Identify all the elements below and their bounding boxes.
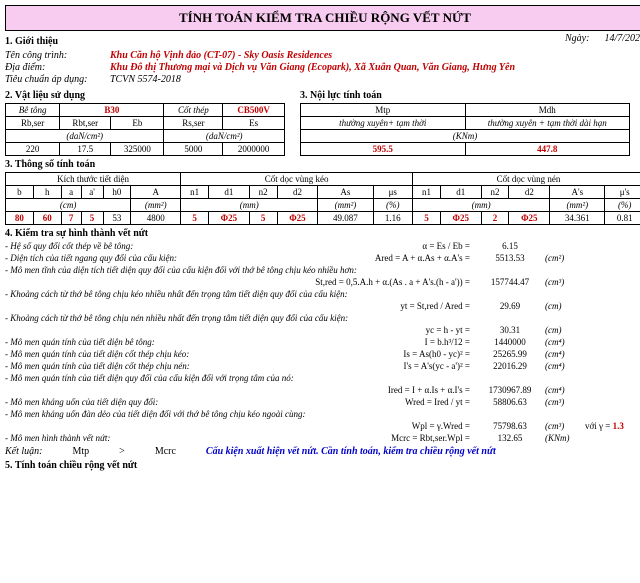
calc-label: - Mô men kháng uốn của tiết diện quy đổi… <box>5 397 310 407</box>
section-params-title: 3. Thông số tính toán <box>5 159 640 170</box>
calc-label: - Hệ số quy đổi cốt thép về bê tông: <box>5 241 310 251</box>
standard-value: TCVN 5574-2018 <box>110 74 181 85</box>
calc-label: - Mô men quán tính của tiết diện cốt thé… <box>5 361 310 371</box>
page-title: TÍNH TOÁN KIỂM TRA CHIỀU RỘNG VẾT NỨT <box>5 5 640 31</box>
calc-label: - Mô men tĩnh của diện tích tiết diện qu… <box>5 265 640 275</box>
calc-label: - Khoảng cách từ thớ bê tông chịu nén nh… <box>5 313 640 323</box>
section-4-title: 4. Kiểm tra sự hình thành vết nứt <box>5 228 640 239</box>
calc-label: - Khoảng cách từ thớ bê tông chịu kéo nh… <box>5 289 640 299</box>
standard-label: Tiêu chuẩn áp dụng: <box>5 74 110 85</box>
section-1-title: 1. Giới thiệu <box>5 36 58 47</box>
load-table: MtpMdh thường xuyên+ tạm thờithường xuyê… <box>300 103 630 156</box>
calc-label: - Mô men quán tính của tiết diện cốt thé… <box>5 349 310 359</box>
dimension-table: Kích thước tiết diệnCốt dọc vùng kéoCốt … <box>5 172 640 225</box>
calc-label: - Mô men kháng uốn đàn dẻo của tiết diện… <box>5 409 640 419</box>
calc-label: - Mô men quán tính của tiết diện bê tông… <box>5 337 310 347</box>
section-5-title: 5. Tính toán chiều rộng vết nứt <box>5 460 640 471</box>
result-conclusion: Cấu kiện xuất hiện vết nứt. Cần tính toá… <box>206 446 496 457</box>
result-label: Kết luận: <box>5 446 43 457</box>
material-table: Bê tôngB30Cốt thépCB500V Rb,serRbt,serEb… <box>5 103 285 156</box>
project-label: Tên công trình: <box>5 50 110 61</box>
calc-label: - Mô men hình thành vết nứt: <box>5 433 310 443</box>
section-2-title: 2. Vật liệu sử dụng <box>5 90 285 101</box>
calc-label: - Diện tích của tiết ngang quy đổi của c… <box>5 253 310 263</box>
date-value: 14/7/2020 <box>604 33 640 44</box>
location-label: Địa điểm: <box>5 62 110 73</box>
project-value: Khu Căn hộ Vịnh đảo (CT-07) - Sky Oasis … <box>110 50 332 61</box>
section-3-title: 3. Nội lực tính toán <box>300 90 640 101</box>
location-value: Khu Đô thị Thương mại và Dịch vụ Văn Gia… <box>110 62 515 73</box>
date-label: Ngày: <box>565 33 589 44</box>
calc-label: - Mô men quán tính của tiết diện quy đổi… <box>5 373 640 383</box>
